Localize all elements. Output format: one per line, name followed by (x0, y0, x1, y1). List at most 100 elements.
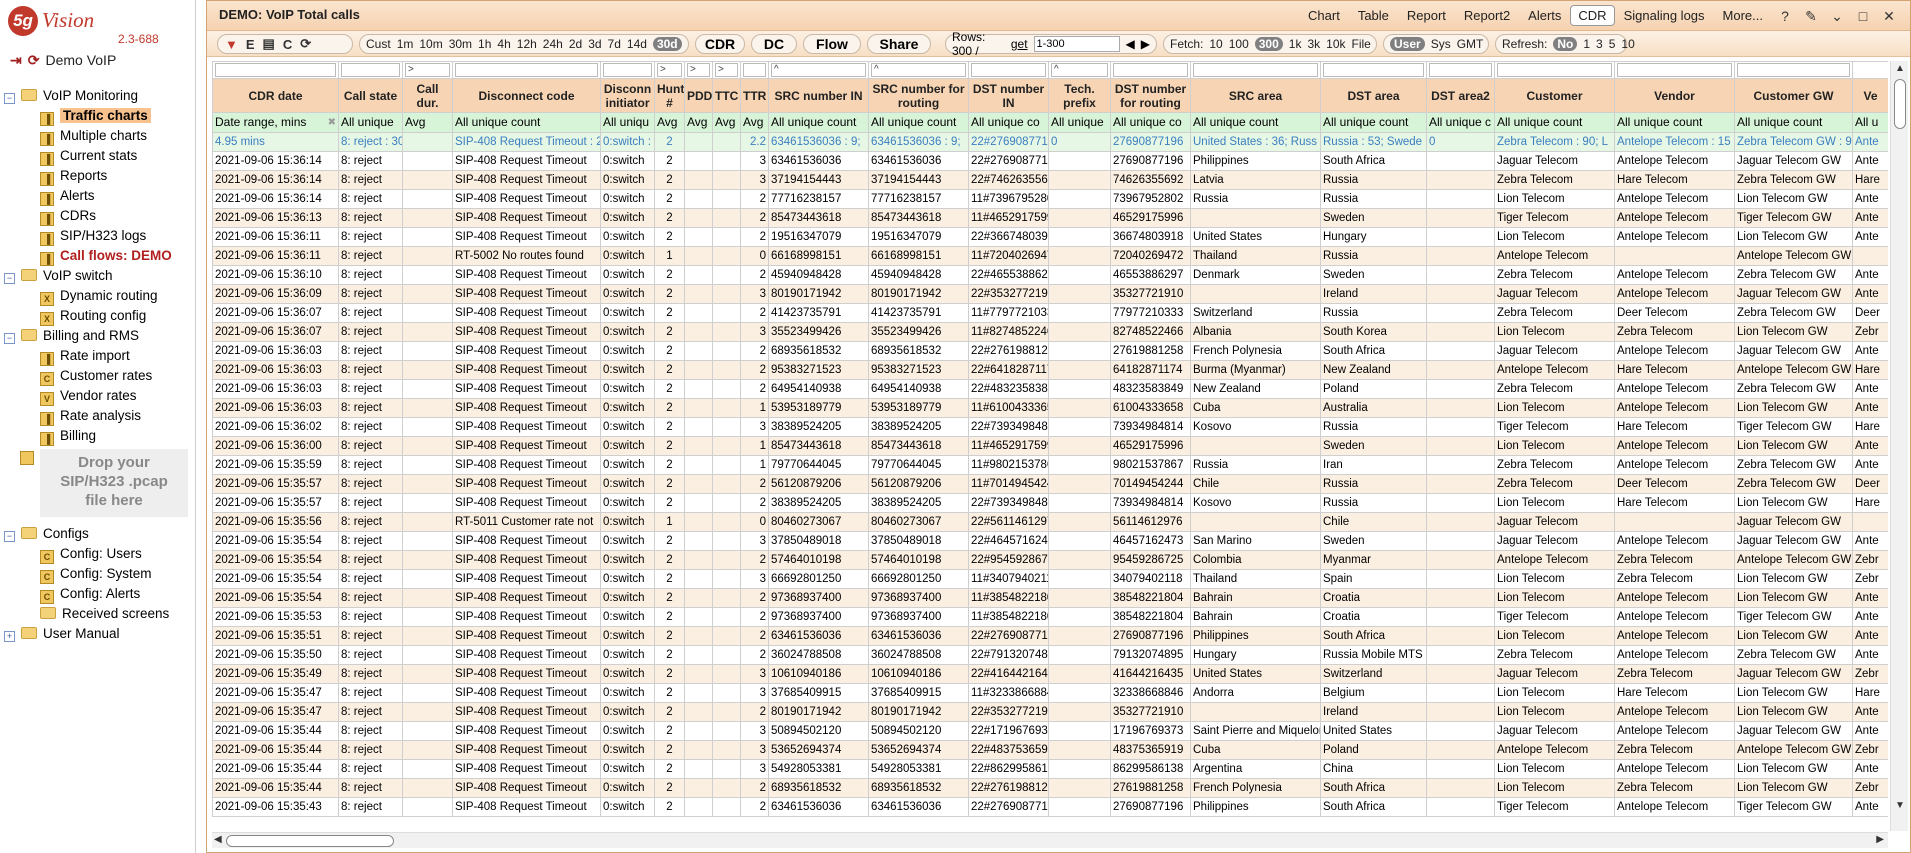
table-row[interactable]: 2021-09-06 15:36:14 8: reject SIP-408 Requ… (212, 170, 1888, 190)
sidebar-item-dynamic-routing[interactable]: X Dynamic routing (0, 286, 195, 306)
sidebar-item-sip-h323-logs[interactable]: ▐ SIP/H323 logs (0, 226, 195, 246)
refresh-5[interactable]: 5 (1609, 37, 1616, 51)
cdr-button[interactable]: CDR (695, 34, 745, 54)
aggregate-selector[interactable]: All unique count (1320, 112, 1427, 133)
column-header-disconn-initiator[interactable]: Disconn initiator (600, 78, 655, 113)
column-filter-input[interactable]: ^ (871, 63, 966, 77)
aggregate-selector[interactable]: All unique co (968, 112, 1049, 133)
sidebar-item-routing-config[interactable]: X Routing config (0, 306, 195, 326)
menu-table[interactable]: Table (1349, 5, 1398, 26)
column-filter-input[interactable] (341, 63, 400, 77)
reload-icon[interactable]: ⟳ (299, 36, 312, 52)
column-header-customer-gw[interactable]: Customer GW (1734, 78, 1853, 113)
scroll-left-icon[interactable]: ◀ (214, 834, 222, 845)
column-filter-input[interactable] (1193, 63, 1318, 77)
menu-chart[interactable]: Chart (1299, 5, 1349, 26)
table-row[interactable]: 2021-09-06 15:36:11 8: reject SIP-408 Requ… (212, 227, 1888, 247)
dc-button[interactable]: DC (751, 34, 797, 54)
columns-icon[interactable]: ▤ (262, 36, 276, 52)
table-row[interactable]: 2021-09-06 15:36:14 8: reject SIP-408 Requ… (212, 151, 1888, 171)
aggregate-selector[interactable]: All u (1852, 112, 1888, 133)
fetch-100[interactable]: 100 (1229, 37, 1249, 51)
tz-sys[interactable]: Sys (1431, 37, 1451, 51)
aggregate-selector[interactable]: All unique (338, 112, 403, 133)
sidebar-item-config-alerts[interactable]: C Config: Alerts (0, 584, 195, 604)
collapse-icon[interactable]: − (4, 531, 15, 542)
refresh-10[interactable]: 10 (1621, 37, 1634, 51)
table-row[interactable]: 2021-09-06 15:35:54 8: reject SIP-408 Requ… (212, 569, 1888, 589)
edit-pen-icon[interactable]: ✎ (1801, 7, 1821, 25)
table-row[interactable]: 2021-09-06 15:36:02 8: reject SIP-408 Requ… (212, 417, 1888, 437)
table-row[interactable]: 2021-09-06 15:35:57 8: reject SIP-408 Requ… (212, 493, 1888, 513)
column-header-call-state[interactable]: Call state (338, 78, 403, 113)
next-page-icon[interactable]: ▶ (1141, 37, 1150, 51)
column-header-ve[interactable]: Ve (1852, 78, 1888, 113)
logout-icon[interactable]: ⇥ (10, 52, 22, 68)
table-row[interactable]: 2021-09-06 15:36:07 8: reject SIP-408 Requ… (212, 322, 1888, 342)
column-header-src-area[interactable]: SRC area (1190, 78, 1321, 113)
clear-aggregate-icon[interactable]: ✖ (328, 114, 336, 131)
table-row[interactable]: 2021-09-06 15:35:57 8: reject SIP-408 Requ… (212, 474, 1888, 494)
fetch-1k[interactable]: 1k (1289, 37, 1302, 51)
table-row[interactable]: 2021-09-06 15:35:49 8: reject SIP-408 Requ… (212, 664, 1888, 684)
range-1m[interactable]: 1m (397, 37, 414, 51)
sidebar-item-config-system[interactable]: C Config: System (0, 564, 195, 584)
sidebar-item-received-screens[interactable]: Received screens (0, 604, 195, 624)
range-24h[interactable]: 24h (543, 37, 563, 51)
aggregate-selector[interactable]: All unique count (1494, 112, 1615, 133)
aggregate-selector[interactable]: Avg (740, 112, 769, 133)
aggregate-selector[interactable]: All unique count (768, 112, 869, 133)
column-filter-input[interactable]: > (405, 63, 450, 77)
column-header-ttc[interactable]: TTC (712, 78, 741, 113)
collapse-icon[interactable]: − (4, 273, 15, 284)
aggregate-selector[interactable]: Avg (684, 112, 713, 133)
range-14d[interactable]: 14d (627, 37, 647, 51)
sidebar-item-current-stats[interactable]: ▐ Current stats (0, 146, 195, 166)
aggregate-selector[interactable]: All unique c (1426, 112, 1495, 133)
sidebar-item-rate-analysis[interactable]: ▐ Rate analysis (0, 406, 195, 426)
table-row[interactable]: 2021-09-06 15:36:11 8: reject RT-5002 No r… (212, 246, 1888, 266)
aggregate-selector[interactable]: Avg (712, 112, 741, 133)
column-filter-input[interactable] (1429, 63, 1492, 77)
collapse-icon[interactable]: − (4, 333, 15, 344)
table-row[interactable]: 2021-09-06 15:36:00 8: reject SIP-408 Requ… (212, 436, 1888, 456)
column-header-dst-number-for-routing[interactable]: DST number for routing (1110, 78, 1191, 113)
column-filter-input[interactable] (1617, 63, 1732, 77)
maximize-icon[interactable]: □ (1853, 7, 1873, 25)
range-3d[interactable]: 3d (588, 37, 601, 51)
column-filter-input[interactable]: > (657, 63, 682, 77)
horizontal-scroll-thumb[interactable] (226, 835, 394, 847)
column-header-vendor[interactable]: Vendor (1614, 78, 1735, 113)
aggregate-selector[interactable]: All unique count (452, 112, 601, 133)
menu-more[interactable]: More... (1714, 5, 1772, 26)
column-filter-input[interactable] (1497, 63, 1612, 77)
fetch-3k[interactable]: 3k (1307, 37, 1320, 51)
menu-report[interactable]: Report (1398, 5, 1455, 26)
collapse-icon[interactable]: − (4, 93, 15, 104)
aggregate-selector[interactable]: Date range, mins ✖ (212, 112, 339, 133)
sidebar-item-alerts[interactable]: ▐ Alerts (0, 186, 195, 206)
sidebar-item-rate-import[interactable]: ▐ Rate import (0, 346, 195, 366)
refresh-3[interactable]: 3 (1596, 37, 1603, 51)
table-row[interactable]: 2021-09-06 15:35:47 8: reject SIP-408 Requ… (212, 702, 1888, 722)
table-row[interactable]: 2021-09-06 15:35:43 8: reject SIP-408 Requ… (212, 797, 1888, 817)
column-filter-input[interactable]: ^ (771, 63, 866, 77)
table-row[interactable]: 2021-09-06 15:35:44 8: reject SIP-408 Requ… (212, 778, 1888, 798)
aggregate-selector[interactable]: All unique count (1190, 112, 1321, 133)
aggregate-selector[interactable]: Avg (654, 112, 685, 133)
column-header-dst-number-in[interactable]: DST number IN (968, 78, 1049, 113)
table-row[interactable]: 2021-09-06 15:35:54 8: reject SIP-408 Requ… (212, 550, 1888, 570)
pcap-drop-zone[interactable]: Drop your SIP/H323 .pcap file here (40, 449, 188, 517)
table-row[interactable]: 2021-09-06 15:35:53 8: reject SIP-408 Requ… (212, 607, 1888, 627)
table-row[interactable]: 2021-09-06 15:36:03 8: reject SIP-408 Requ… (212, 341, 1888, 361)
sidebar-item-traffic-charts[interactable]: ▐ Traffic charts (0, 106, 195, 126)
table-row[interactable]: 2021-09-06 15:35:59 8: reject SIP-408 Requ… (212, 455, 1888, 475)
column-filter-input[interactable] (215, 63, 336, 77)
aggregate-selector[interactable]: All unique (1048, 112, 1111, 133)
fetch-10[interactable]: 10 (1209, 37, 1222, 51)
range-30m[interactable]: 30m (449, 37, 472, 51)
aggregate-selector[interactable]: All unique co (1110, 112, 1191, 133)
menu-cdr[interactable]: CDR (1570, 5, 1615, 26)
column-header-pdd[interactable]: PDD (684, 78, 713, 113)
range-cust[interactable]: Cust (366, 37, 391, 51)
